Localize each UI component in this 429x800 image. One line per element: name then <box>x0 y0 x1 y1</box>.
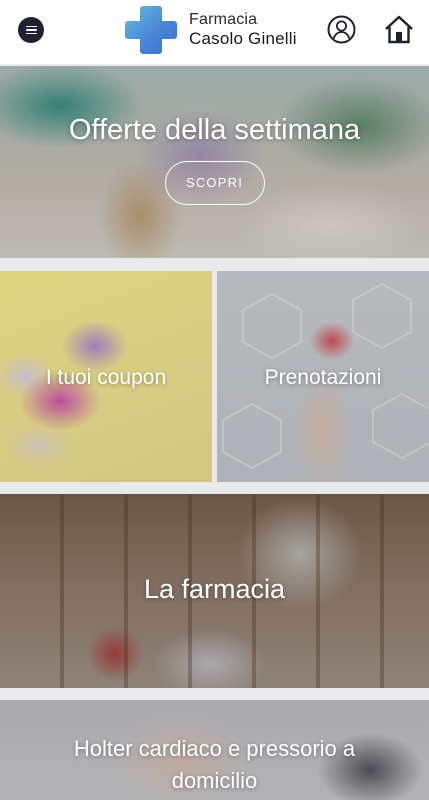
brand-logo[interactable]: Farmacia Casolo Ginelli <box>124 4 297 56</box>
pharmacy-cross-logo <box>125 6 177 54</box>
offers-banner[interactable]: Offerte della settimana SCOPRI <box>0 66 429 258</box>
hexagon-decoration <box>222 402 282 470</box>
home-icon[interactable] <box>385 15 413 44</box>
bookings-tile[interactable]: Prenotazioni <box>217 271 429 482</box>
user-account-icon[interactable] <box>327 15 356 44</box>
app-header: Farmacia Casolo Ginelli <box>0 0 429 64</box>
hexagon-decoration <box>352 282 412 350</box>
brand-line-2: Casolo Ginelli <box>189 29 297 49</box>
hexagon-decoration <box>242 292 302 360</box>
pharmacy-title: La farmacia <box>143 573 286 604</box>
hexagon-decoration <box>372 392 429 460</box>
pharmacy-tile[interactable]: La farmacia <box>0 494 429 688</box>
holter-title: Holter cardiaco e pressorio a domicilio <box>73 736 356 793</box>
offers-title: Offerte della settimana <box>68 113 361 146</box>
hamburger-menu-icon[interactable] <box>18 17 44 43</box>
holter-tile[interactable]: Holter cardiaco e pressorio a domicilio <box>0 700 429 800</box>
coupon-tile[interactable]: I tuoi coupon <box>0 271 212 482</box>
bookings-title: Prenotazioni <box>264 365 382 389</box>
coupon-title: I tuoi coupon <box>45 365 167 389</box>
brand-line-1: Farmacia <box>189 11 258 29</box>
brand-name: Farmacia Casolo Ginelli <box>189 11 297 49</box>
discover-button[interactable]: SCOPRI <box>164 160 265 205</box>
